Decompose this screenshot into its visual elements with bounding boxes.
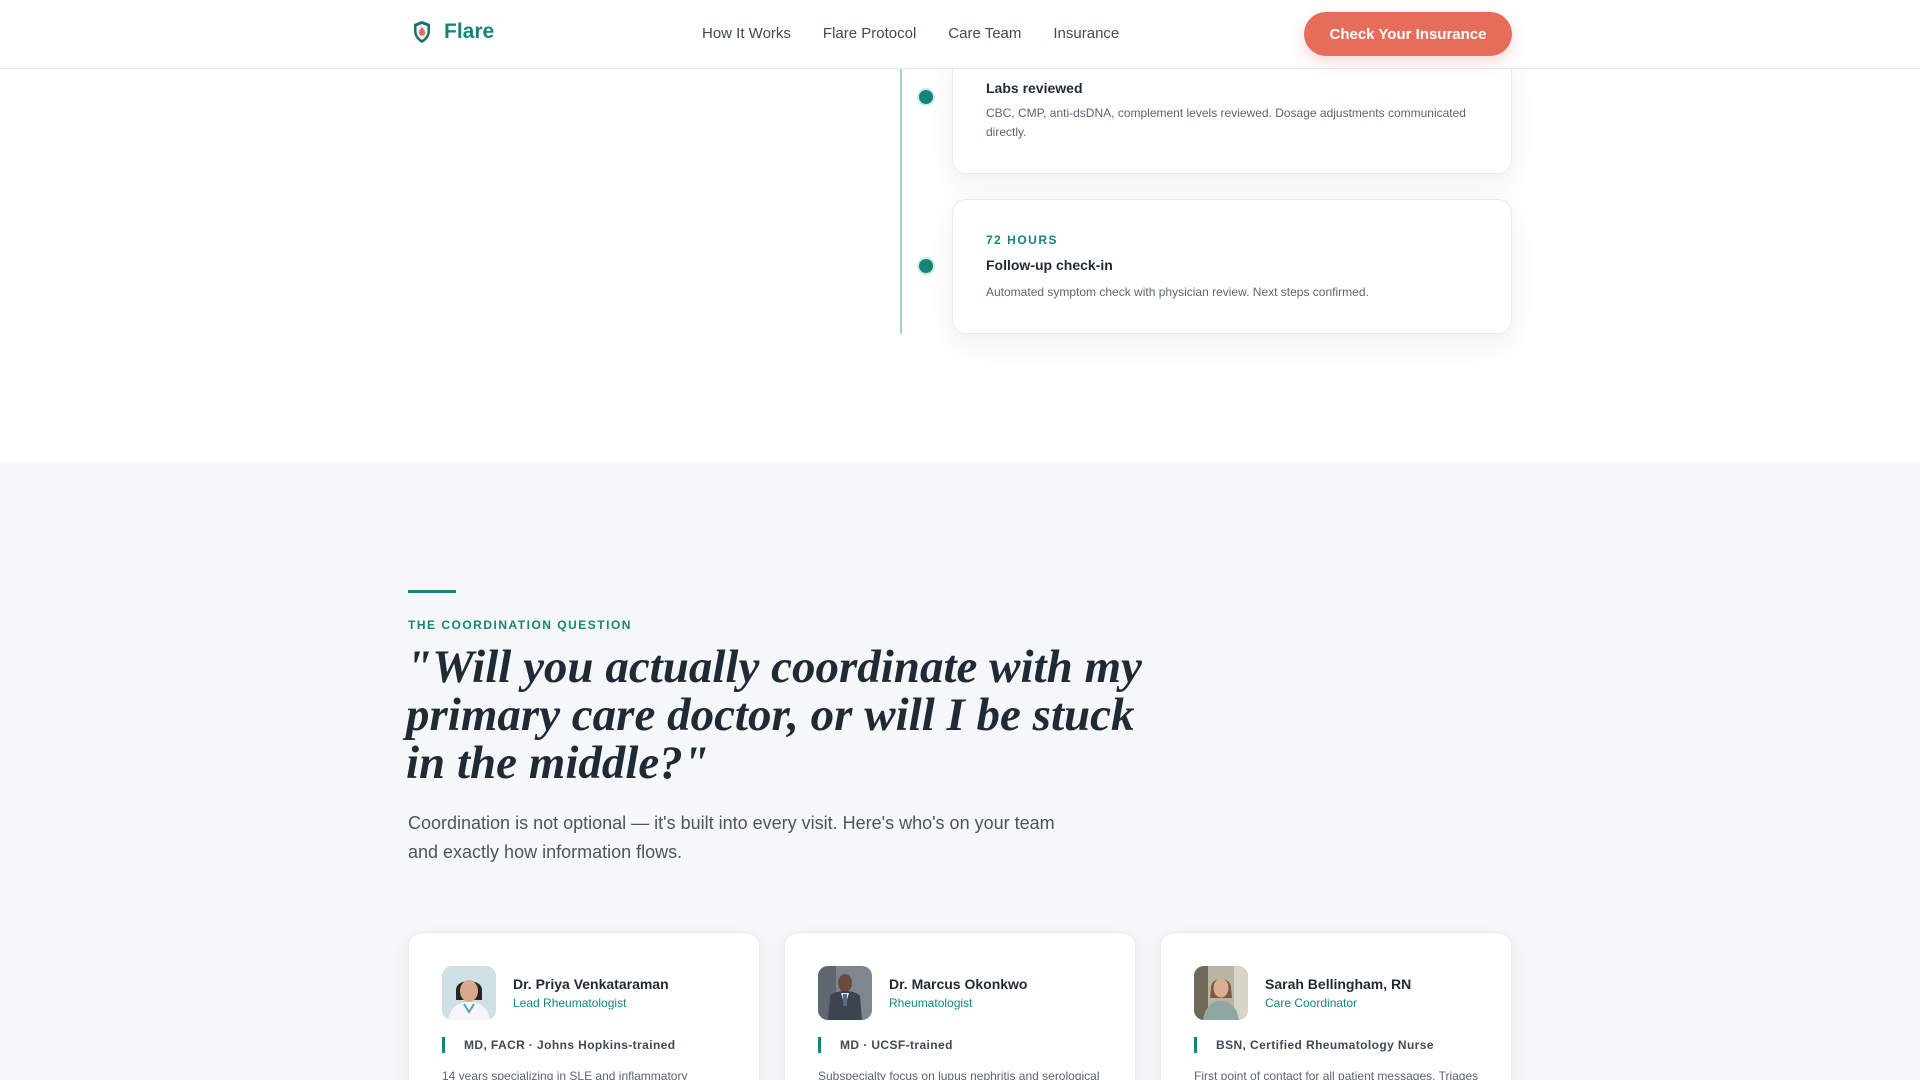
check-insurance-button[interactable]: Check Your Insurance <box>1304 12 1512 56</box>
shield-logo-icon <box>414 21 430 43</box>
avatar <box>442 966 496 1020</box>
section-lede: Coordination is not optional — it's buil… <box>408 813 1055 862</box>
member-name: Dr. Marcus Okonkwo <box>889 976 1028 992</box>
section-eyebrow: THE COORDINATION QUESTION <box>408 618 632 632</box>
timeline-card-follow-up: 72 HOURS Follow-up check-in Automated sy… <box>952 199 1512 334</box>
member-role: Rheumatologist <box>889 996 973 1010</box>
doctor-portrait-icon <box>442 966 496 1020</box>
member-bio: First point of contact for all patient m… <box>1194 1069 1479 1080</box>
team-member-card: Dr. Priya Venkataraman Lead Rheumatologi… <box>408 932 760 1080</box>
member-credentials: MD, FACR · Johns Hopkins-trained <box>442 1037 675 1053</box>
member-credentials: MD · UCSF-trained <box>818 1037 953 1053</box>
team-member-card: Sarah Bellingham, RN Care Coordinator BS… <box>1160 932 1512 1080</box>
member-credentials: BSN, Certified Rheumatology Nurse <box>1194 1037 1434 1053</box>
timeline-dot <box>917 257 935 275</box>
avatar <box>818 966 872 1020</box>
brand-name: Flare <box>444 20 495 43</box>
timeline-card-title: Labs reviewed <box>986 80 1083 96</box>
coordination-section: THE COORDINATION QUESTION "Will you actu… <box>0 462 1920 1080</box>
nurse-portrait-icon <box>1194 966 1248 1020</box>
timeline-section: Labs reviewed CBC, CMP, anti-dsDNA, comp… <box>0 49 1920 462</box>
section-accent-bar <box>408 590 456 593</box>
brand-logo-link[interactable]: Flare <box>412 20 494 44</box>
member-role: Care Coordinator <box>1265 996 1358 1010</box>
nav-link-insurance[interactable]: Insurance <box>1053 25 1119 42</box>
main-nav: How It Works Flare Protocol Care Team In… <box>702 25 1119 42</box>
timeline-dot <box>917 88 935 106</box>
member-role: Lead Rheumatologist <box>513 996 627 1010</box>
site-header: Flare How It Works Flare Protocol Care T… <box>0 0 1920 69</box>
section-heading-quote: "Will you actually coordinate with my pr… <box>406 641 1142 789</box>
nav-link-care-team[interactable]: Care Team <box>948 25 1021 42</box>
team-member-card: Dr. Marcus Okonkwo Rheumatologist MD · U… <box>784 932 1136 1080</box>
member-bio: Subspecialty focus on lupus nephritis an… <box>818 1069 1100 1080</box>
timeline-card-description: Automated symptom check with physician r… <box>986 285 1369 299</box>
nav-link-flare-protocol[interactable]: Flare Protocol <box>823 25 916 42</box>
nav-link-how-it-works[interactable]: How It Works <box>702 25 791 42</box>
member-bio: 14 years specializing in SLE and inflamm… <box>442 1069 688 1080</box>
avatar <box>1194 966 1248 1020</box>
member-name: Sarah Bellingham, RN <box>1265 976 1412 992</box>
doctor-portrait-icon <box>818 966 872 1020</box>
member-name: Dr. Priya Venkataraman <box>513 976 669 992</box>
timeline-line <box>900 69 902 334</box>
timeline-card-title: Follow-up check-in <box>986 257 1113 273</box>
timeline-card-description: CBC, CMP, anti-dsDNA, complement levels … <box>986 106 1466 139</box>
timeline-card-time: 72 HOURS <box>986 233 1059 247</box>
